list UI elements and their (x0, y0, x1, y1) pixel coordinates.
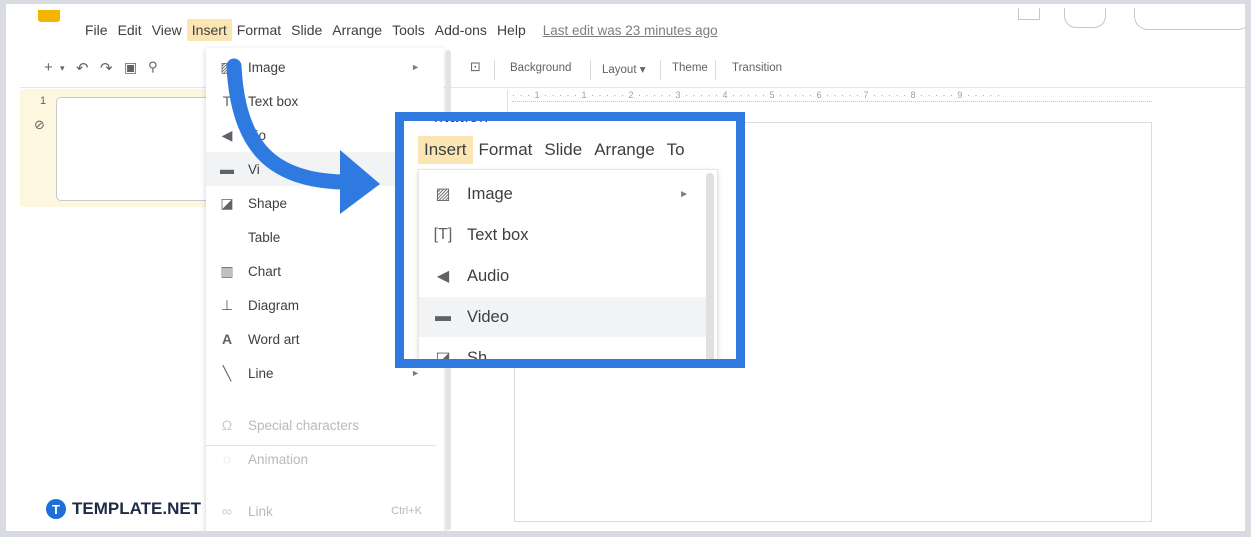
menu-add-ons[interactable]: Add-ons (430, 19, 492, 41)
link-shortcut: Ctrl+K (391, 505, 422, 517)
submenu-arrow-icon: ► (411, 62, 420, 72)
add-comment-icon[interactable]: ⊡ (470, 59, 481, 75)
menu-view[interactable]: View (147, 19, 187, 41)
image-icon: ▨ (435, 186, 451, 203)
menu-help[interactable]: Help (492, 19, 531, 41)
chart-icon: ▥ (220, 262, 234, 279)
diagram-icon: ⊥ (220, 296, 234, 313)
zoom-menu-arrange[interactable]: Arrange (588, 136, 660, 164)
zoom-menu-bar: Insert Format Slide Arrange To (404, 135, 691, 165)
last-edit-link[interactable]: Last edit was 23 minutes ago (543, 23, 718, 38)
line-icon: ╲ (222, 364, 232, 381)
audio-icon: ◀ (221, 126, 233, 143)
text-box-icon: T (222, 93, 232, 109)
insert-link-item: ∞ Link Ctrl+K (206, 494, 444, 528)
menu-format[interactable]: Format (232, 19, 286, 41)
brand-name: TEMPLATE.NET (72, 499, 202, 518)
link-icon: ∞ (222, 503, 232, 519)
print-icon[interactable]: ▣ (124, 59, 137, 76)
slide-thumbnail[interactable] (56, 97, 216, 201)
text-box-icon: [T] (433, 226, 453, 243)
submenu-arrow-icon: ► (679, 188, 689, 200)
chevron-down-icon[interactable]: ▾ (60, 63, 65, 74)
shape-icon: ◪ (435, 350, 451, 367)
zoom-text-box-item[interactable]: [T] Text box (419, 215, 709, 255)
menu-edit[interactable]: Edit (113, 19, 147, 41)
submenu-arrow-icon: ► (411, 368, 420, 378)
paint-format-icon[interactable]: ⚲ (148, 59, 158, 75)
menu-slide[interactable]: Slide (286, 19, 327, 41)
zoom-callout: ntation Insert Format Slide Arrange To ▨… (395, 112, 745, 368)
slide-number: 1 (40, 95, 47, 107)
zoom-title-fragment: ntation (434, 112, 490, 126)
new-slide-icon[interactable]: + (44, 59, 53, 76)
filmstrip: 1 ⊘ (20, 89, 216, 207)
redo-icon[interactable]: ↷ (100, 59, 113, 77)
zoom-menu-scrollbar[interactable] (706, 173, 714, 359)
screenshot-frame: File Edit View Insert Format Slide Arran… (0, 0, 1251, 537)
template-logo-icon: T (46, 499, 66, 519)
share-button[interactable] (1134, 8, 1245, 30)
word-art-icon: A (221, 331, 233, 347)
zoom-menu-insert[interactable]: Insert (418, 136, 473, 164)
background-button[interactable]: Background (510, 62, 571, 74)
layout-button[interactable]: Layout ▾ (602, 62, 646, 76)
undo-icon[interactable]: ↶ (76, 59, 89, 77)
insert-animation-item: ◌ Animation (206, 442, 444, 476)
menu-bar: File Edit View Insert Format Slide Arran… (80, 18, 718, 42)
zoom-audio-item[interactable]: ◀ Audio (419, 256, 709, 296)
image-icon: ▨ (220, 58, 234, 75)
horizontal-ruler: · · · 1 · · · · · 1 · · · · · 2 · · · · … (512, 90, 1152, 102)
toolbar: + ▾ ↶ ↷ ▣ ⚲ ⊡ Background Layout ▾ Theme … (20, 52, 1245, 88)
shape-icon: ◪ (220, 194, 234, 211)
comment-icon[interactable] (1018, 8, 1040, 20)
video-icon: ▬ (435, 308, 451, 325)
video-icon: ▬ (220, 161, 234, 177)
menu-arrange[interactable]: Arrange (327, 19, 387, 41)
present-button[interactable] (1064, 8, 1106, 28)
zoom-shape-item[interactable]: ◪ Sh (419, 338, 709, 367)
transition-button[interactable]: Transition (732, 62, 782, 74)
zoom-menu-format[interactable]: Format (473, 136, 539, 164)
link-icon: ⊘ (34, 117, 45, 132)
theme-button[interactable]: Theme (672, 62, 708, 74)
menu-tools[interactable]: Tools (387, 19, 430, 41)
menu-file[interactable]: File (80, 19, 113, 41)
template-net-watermark: T TEMPLATE.NET (46, 499, 201, 519)
zoom-menu-tools[interactable]: To (661, 136, 691, 164)
insert-image-item[interactable]: ▨ Image ► (206, 50, 444, 84)
zoom-menu-slide[interactable]: Slide (538, 136, 588, 164)
omega-icon: Ω (221, 417, 233, 433)
slides-logo-icon[interactable] (38, 10, 60, 22)
audio-icon: ◀ (436, 268, 450, 285)
zoom-insert-menu: ▨ Image ► [T] Text box ◀ Audio ▬ Video ◪… (418, 169, 718, 367)
menu-insert[interactable]: Insert (186, 19, 232, 41)
zoom-video-item[interactable]: ▬ Video (419, 297, 709, 337)
animation-icon: ◌ (222, 451, 232, 467)
zoom-image-item[interactable]: ▨ Image ► (419, 174, 709, 214)
insert-special-characters-item: Ω Special characters (206, 408, 444, 442)
